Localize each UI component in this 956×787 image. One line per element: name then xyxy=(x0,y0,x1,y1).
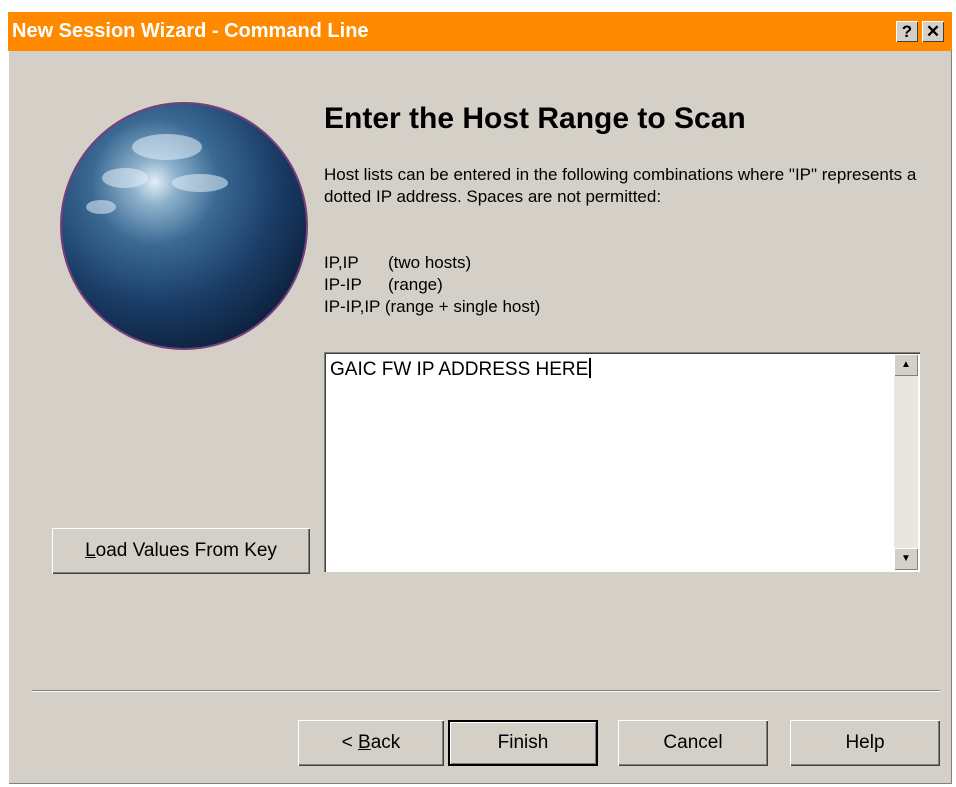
finish-button[interactable]: Finish xyxy=(448,720,598,766)
example-label: (two hosts) xyxy=(388,253,472,272)
globe-image xyxy=(60,102,308,350)
example-label: (range + single host) xyxy=(384,297,541,316)
format-examples: IP,IP (two hosts) IP-IP (range) IP-IP,IP (… xyxy=(324,252,540,318)
help-button[interactable]: Help xyxy=(790,720,940,766)
title-bar[interactable]: New Session Wizard - Command Line ? ✕ xyxy=(8,12,952,51)
wizard-dialog: New Session Wizard - Command Line ? ✕ En… xyxy=(8,12,952,784)
load-values-from-key-button[interactable]: Load Values From Key xyxy=(52,528,310,574)
back-button[interactable]: < Back xyxy=(298,720,444,766)
example-label: (range) xyxy=(388,275,443,294)
scroll-down-arrow-icon[interactable]: ▼ xyxy=(894,548,918,570)
divider xyxy=(32,690,940,692)
host-range-value: GAIC FW IP ADDRESS HERE xyxy=(330,359,589,380)
title-close-button[interactable]: ✕ xyxy=(922,21,944,42)
text-caret xyxy=(589,358,592,378)
scroll-up-arrow-icon[interactable]: ▲ xyxy=(894,354,918,376)
example-row: IP-IP (range) xyxy=(324,274,540,296)
example-code: IP,IP xyxy=(324,253,359,272)
host-range-input[interactable]: GAIC FW IP ADDRESS HERE ▲ ▼ xyxy=(324,352,920,572)
title-help-button[interactable]: ? xyxy=(896,21,918,42)
example-row: IP,IP (two hosts) xyxy=(324,252,540,274)
vertical-scrollbar[interactable]: ▲ ▼ xyxy=(894,354,918,570)
example-code: IP-IP,IP xyxy=(324,297,381,316)
cancel-button[interactable]: Cancel xyxy=(618,720,768,766)
window-title: New Session Wizard - Command Line xyxy=(12,20,369,42)
page-heading: Enter the Host Range to Scan xyxy=(324,102,746,135)
example-row: IP-IP,IP (range + single host) xyxy=(324,296,540,318)
example-code: IP-IP xyxy=(324,275,362,294)
instructions-text: Host lists can be entered in the followi… xyxy=(324,165,917,206)
